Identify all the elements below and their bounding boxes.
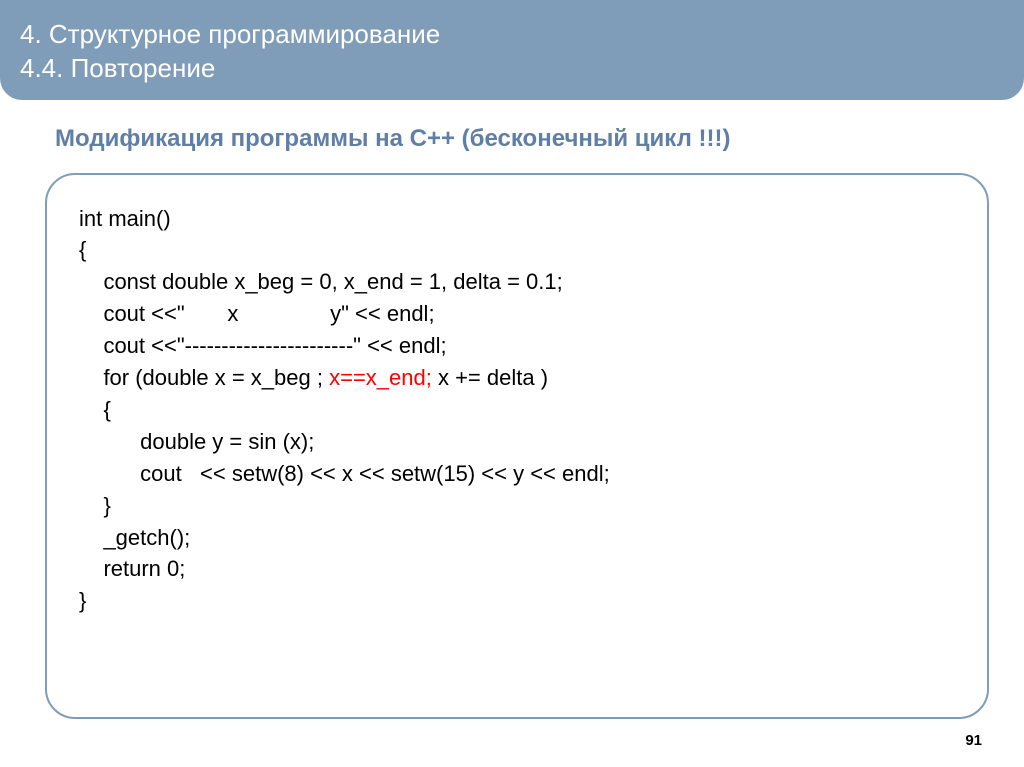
code-line: int main() — [79, 203, 955, 235]
code-block: int main() { const double x_beg = 0, x_e… — [45, 173, 989, 720]
code-text: x += delta ) — [432, 365, 548, 390]
code-line: { — [79, 234, 955, 266]
code-line: } — [79, 490, 955, 522]
page-number: 91 — [965, 732, 982, 749]
code-line: } — [79, 585, 955, 617]
code-line: const double x_beg = 0, x_end = 1, delta… — [79, 266, 955, 298]
code-line: cout <<" x y" << endl; — [79, 298, 955, 330]
code-line: { — [79, 394, 955, 426]
code-line: return 0; — [79, 553, 955, 585]
code-highlighted: x==x_end; — [329, 365, 432, 390]
code-line: cout << setw(8) << x << setw(15) << y <<… — [79, 458, 955, 490]
slide-section-title: 4.4. Повторение — [20, 52, 1004, 86]
code-text: for (double x = x_beg ; — [79, 365, 329, 390]
code-line: _getch(); — [79, 522, 955, 554]
code-line: double y = sin (x); — [79, 426, 955, 458]
slide-header: 4. Структурное программирование 4.4. Пов… — [0, 0, 1024, 100]
content-area: Модификация программы на C++ (бесконечны… — [0, 100, 1024, 730]
code-line: cout <<"-----------------------" << endl… — [79, 330, 955, 362]
slide-chapter-title: 4. Структурное программирование — [20, 18, 1004, 52]
section-heading: Модификация программы на C++ (бесконечны… — [55, 125, 989, 153]
code-line: for (double x = x_beg ; x==x_end; x += d… — [79, 362, 955, 394]
